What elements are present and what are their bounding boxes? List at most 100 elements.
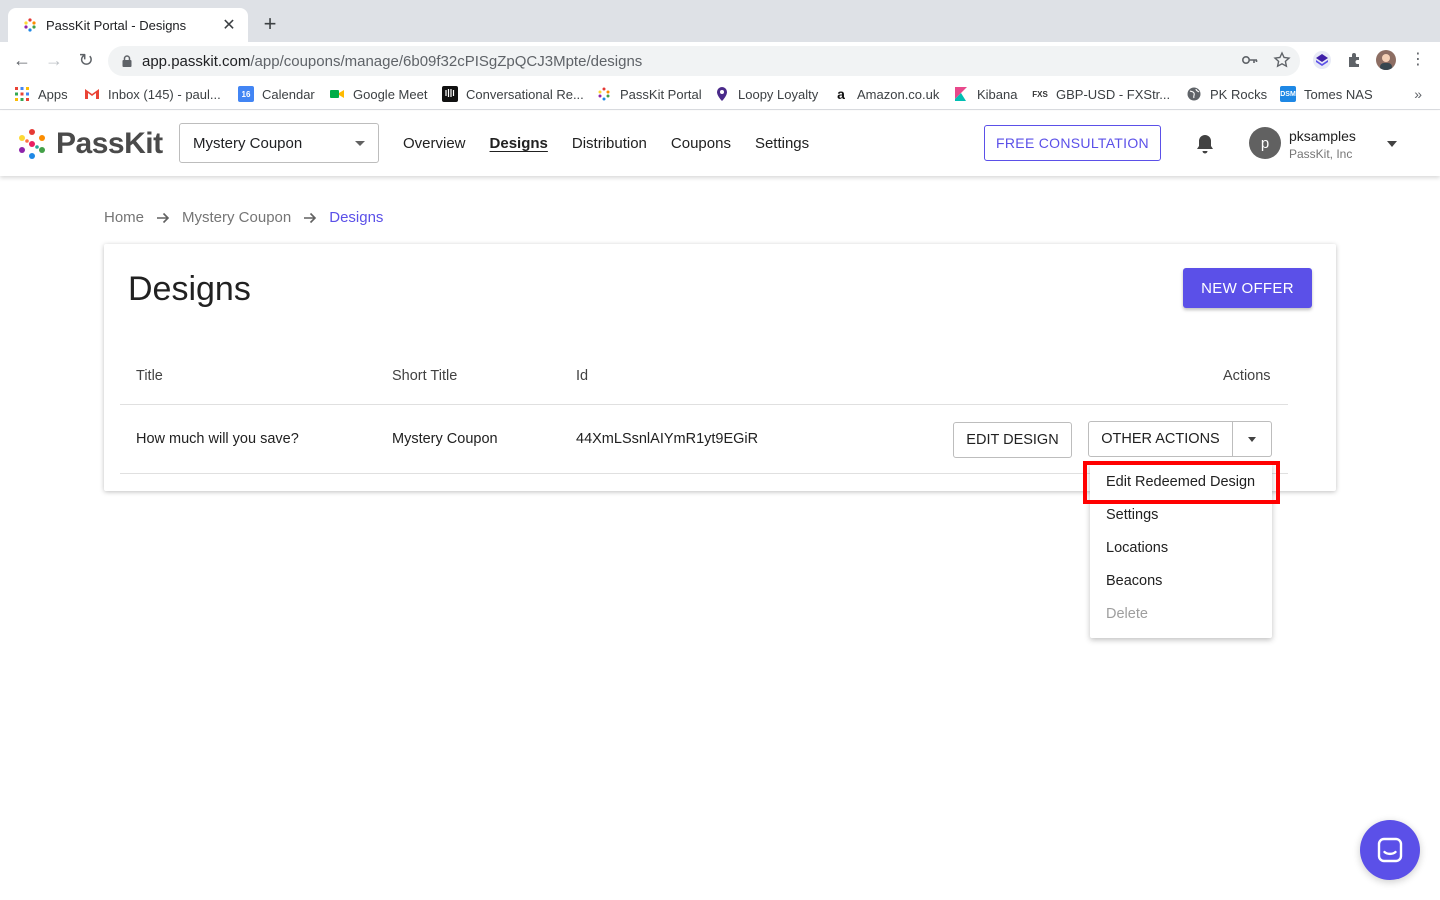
extension-cube-icon[interactable]	[1312, 50, 1332, 70]
menu-item-locations[interactable]: Locations	[1106, 540, 1168, 556]
logo-text: PassKit	[56, 127, 163, 160]
nav-coupons[interactable]: Coupons	[671, 135, 731, 152]
bookmark-label: Google Meet	[353, 86, 428, 102]
breadcrumb-home[interactable]: Home	[104, 209, 144, 226]
menu-item-delete: Delete	[1106, 606, 1148, 622]
breadcrumb-current[interactable]: Designs	[329, 209, 383, 226]
bookmarks-bar: Apps Inbox (145) - paul... 16 Calendar G…	[0, 78, 1440, 110]
location-pin-icon	[714, 86, 730, 102]
fxstreet-icon: FXS	[1032, 89, 1048, 99]
chat-icon	[1377, 837, 1403, 863]
passkit-logo[interactable]: PassKit	[16, 127, 163, 161]
bookmark-conversational[interactable]: Conversational Re...	[442, 86, 584, 102]
project-selector[interactable]: Mystery Coupon	[179, 123, 379, 163]
user-name[interactable]: pksamples	[1289, 128, 1356, 144]
bookmark-inbox[interactable]: Inbox (145) - paul...	[84, 86, 221, 102]
bookmark-label: Apps	[38, 86, 68, 102]
extensions-puzzle-icon[interactable]	[1345, 50, 1365, 70]
other-actions-label[interactable]: OTHER ACTIONS	[1089, 422, 1233, 456]
bookmark-pk-rocks[interactable]: PK Rocks	[1186, 86, 1267, 102]
bookmark-label: PK Rocks	[1210, 86, 1268, 102]
forward-icon[interactable]: →	[44, 50, 64, 70]
chevron-down-icon	[355, 140, 365, 146]
bookmark-label: Kibana	[977, 86, 1018, 102]
bookmark-fxstreet[interactable]: FXS GBP-USD - FXStr...	[1032, 86, 1170, 102]
bookmark-label: Amazon.co.uk	[857, 86, 940, 102]
new-offer-button[interactable]: NEW OFFER	[1183, 268, 1312, 308]
highlight-annotation	[1083, 461, 1280, 504]
passkit-logo-icon	[19, 129, 45, 159]
amazon-icon: a	[837, 86, 845, 102]
project-selector-value: Mystery Coupon	[193, 134, 303, 152]
user-avatar[interactable]: p	[1249, 127, 1281, 159]
bookmark-tomes-nas[interactable]: DSM Tomes NAS	[1280, 86, 1373, 102]
bookmarks-overflow-icon[interactable]: »	[1414, 86, 1422, 102]
nas-icon: DSM	[1280, 86, 1296, 102]
nav-designs[interactable]: Designs	[490, 135, 548, 152]
url-text: app.passkit.com/app/coupons/manage/6b09f…	[142, 52, 643, 70]
browser-toolbar: ← → ↻ app.passkit.com/app/coupons/manage…	[0, 42, 1440, 78]
column-header-title: Title	[136, 368, 163, 384]
edit-design-button[interactable]: EDIT DESIGN	[953, 422, 1072, 458]
bookmark-label: Calendar	[262, 86, 315, 102]
calendar-icon: 16	[238, 86, 254, 102]
bookmark-star-icon[interactable]	[1273, 51, 1291, 69]
main-nav: Overview Designs Distribution Coupons Se…	[403, 135, 809, 152]
lock-icon	[122, 55, 132, 67]
breadcrumb: Home Mystery Coupon Designs	[104, 209, 383, 226]
tab-title: PassKit Portal - Designs	[46, 17, 187, 33]
gmail-icon	[84, 86, 100, 102]
intercom-icon	[442, 86, 458, 102]
bookmark-loopy-loyalty[interactable]: Loopy Loyalty	[714, 86, 818, 102]
arrow-right-icon	[304, 212, 317, 223]
nav-settings[interactable]: Settings	[755, 135, 809, 152]
user-menu-chevron-icon[interactable]	[1387, 141, 1397, 147]
menu-item-beacons[interactable]: Beacons	[1106, 573, 1162, 589]
cell-title: How much will you save?	[136, 431, 299, 447]
bookmark-label: GBP-USD - FXStr...	[1056, 86, 1171, 102]
other-actions-button[interactable]: OTHER ACTIONS	[1088, 421, 1272, 457]
nav-distribution[interactable]: Distribution	[572, 135, 647, 152]
designs-card: Designs NEW OFFER Title Short Title Id A…	[104, 244, 1336, 491]
back-icon[interactable]: ←	[12, 50, 32, 70]
app-header: PassKit Mystery Coupon Overview Designs …	[0, 111, 1440, 176]
bookmark-label: PassKit Portal	[620, 86, 702, 102]
bookmark-amazon[interactable]: a Amazon.co.uk	[833, 86, 939, 102]
passkit-icon	[596, 86, 612, 102]
bookmark-apps[interactable]: Apps	[14, 86, 68, 102]
free-consultation-button[interactable]: FREE CONSULTATION	[984, 125, 1161, 161]
profile-avatar-icon[interactable]	[1376, 50, 1396, 70]
bookmark-label: Loopy Loyalty	[738, 86, 819, 102]
chat-launcher-button[interactable]	[1360, 820, 1420, 880]
bookmark-label: Inbox (145) - paul...	[108, 86, 221, 102]
bookmark-calendar[interactable]: 16 Calendar	[238, 86, 315, 102]
bookmark-label: Conversational Re...	[466, 86, 584, 102]
reload-icon[interactable]: ↻	[76, 50, 96, 70]
bookmark-google-meet[interactable]: Google Meet	[329, 86, 427, 102]
new-tab-icon[interactable]: +	[258, 12, 282, 36]
column-header-id: Id	[576, 368, 589, 384]
key-icon[interactable]	[1241, 51, 1259, 69]
nav-overview[interactable]: Overview	[403, 135, 466, 152]
other-actions-dropdown-toggle[interactable]	[1233, 422, 1271, 456]
arrow-right-icon	[157, 212, 170, 223]
browser-menu-icon[interactable]: ⋮	[1408, 50, 1428, 70]
page-title: Designs	[128, 270, 251, 308]
menu-item-settings[interactable]: Settings	[1106, 507, 1158, 523]
user-org: PassKit, Inc	[1289, 147, 1353, 161]
kibana-icon	[953, 86, 969, 102]
bookmark-passkit-portal[interactable]: PassKit Portal	[596, 86, 702, 102]
breadcrumb-project[interactable]: Mystery Coupon	[182, 209, 291, 226]
cell-id: 44XmLSsnlAIYmR1yt9EGiR	[576, 431, 759, 447]
bookmark-kibana[interactable]: Kibana	[953, 86, 1017, 102]
tab-close-icon[interactable]: ✕	[220, 15, 238, 35]
browser-tab[interactable]: PassKit Portal - Designs ✕	[8, 8, 248, 42]
address-bar[interactable]: app.passkit.com/app/coupons/manage/6b09f…	[108, 46, 1300, 76]
column-header-actions: Actions	[1223, 368, 1271, 384]
chevron-down-icon	[1248, 436, 1256, 442]
notification-bell-icon[interactable]	[1195, 133, 1215, 155]
passkit-favicon-icon	[24, 18, 36, 32]
browser-tab-strip: PassKit Portal - Designs ✕ +	[0, 0, 1440, 42]
meet-icon	[329, 86, 345, 102]
globe-icon	[1186, 86, 1202, 102]
